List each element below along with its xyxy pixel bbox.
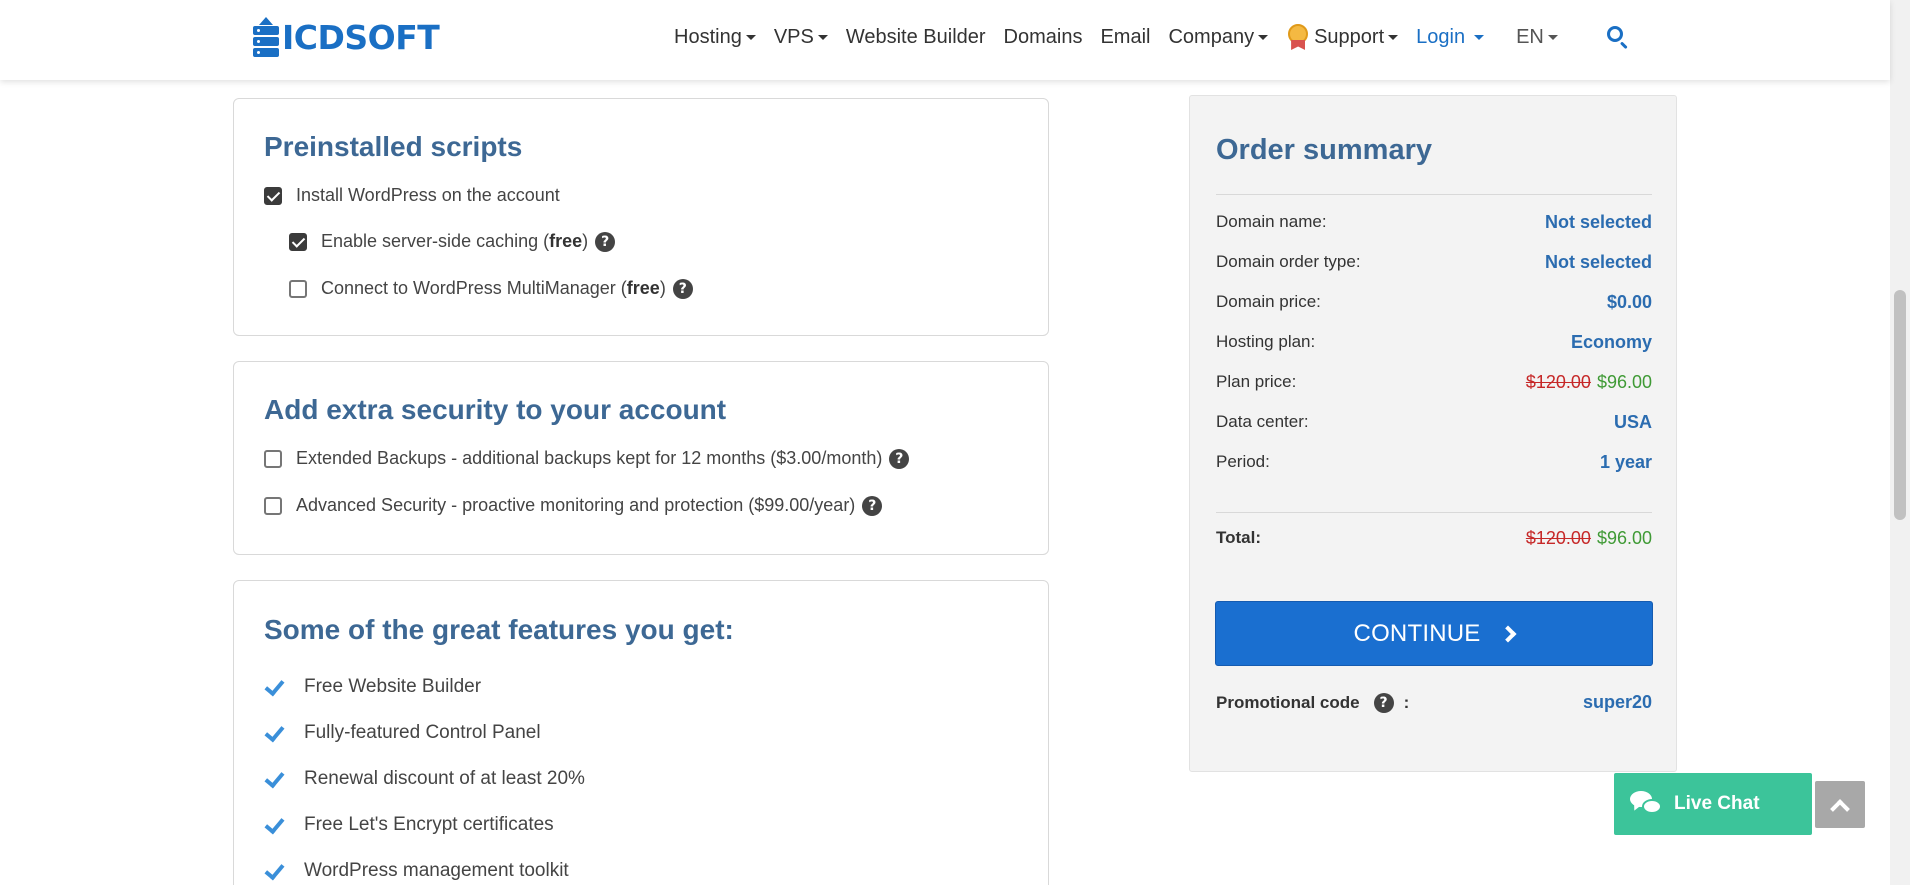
server-caching-checkbox[interactable] [289,232,307,251]
multimanager-option[interactable]: Connect to WordPress MultiManager (free)… [289,278,693,299]
chevron-right-icon [1499,625,1517,642]
summary-row-plan-price: Plan price: $120.00 $96.00 [1216,371,1652,392]
old-total: $120.00 [1525,527,1591,548]
feature-item: Fully-featured Control Panel [264,722,541,744]
logo[interactable]: ICDSOFT [253,14,440,60]
promo-code-value[interactable]: super20 [1583,692,1652,713]
chevron-up-icon [1830,798,1850,819]
order-summary: Order summary Domain name: Not selected … [1189,95,1677,772]
main-nav: Hosting VPS Website Builder Domains Emai… [674,0,1630,74]
extended-backups-checkbox[interactable] [264,449,282,468]
order-summary-title: Order summary [1216,134,1432,166]
nav-vps[interactable]: VPS [774,26,828,49]
summary-total: Total: $120.00 $96.00 [1216,527,1652,548]
live-chat-button[interactable]: Live Chat [1614,773,1812,835]
security-title: Add extra security to your account [264,394,727,425]
new-price: $96.00 [1596,371,1652,392]
feature-item: WordPress management toolkit [264,860,569,882]
server-caching-option[interactable]: Enable server-side caching (free) ? [289,231,616,252]
summary-row-hosting-plan: Hosting plan: Economy [1216,331,1652,352]
site-header: ICDSOFT Hosting VPS Website Builder Doma… [0,0,1890,80]
multimanager-checkbox[interactable] [289,279,307,298]
preinstalled-scripts-panel: Preinstalled scripts Install WordPress o… [233,98,1049,336]
divider [1216,512,1652,513]
nav-support[interactable]: Support [1286,24,1399,50]
back-to-top-button[interactable] [1815,781,1865,828]
checkmark-icon [264,772,282,786]
help-icon[interactable]: ? [595,231,616,252]
help-icon[interactable]: ? [889,448,910,469]
nav-hosting[interactable]: Hosting [674,26,756,49]
features-title: Some of the great features you get: [264,614,734,645]
nav-website-builder[interactable]: Website Builder [846,26,986,49]
language-selector[interactable]: EN [1516,26,1558,49]
nav-domains[interactable]: Domains [1004,26,1083,49]
help-icon[interactable]: ? [862,495,883,516]
preinstalled-title: Preinstalled scripts [264,131,523,162]
nav-company[interactable]: Company [1168,26,1269,49]
feature-item: Renewal discount of at least 20% [264,768,585,790]
caret-down-icon [1258,34,1269,40]
help-icon[interactable]: ? [672,278,693,299]
scrollbar-thumb[interactable] [1894,290,1906,520]
nav-email[interactable]: Email [1100,26,1150,49]
install-wordpress-option[interactable]: Install WordPress on the account [264,185,560,206]
nav-login[interactable]: Login [1416,26,1485,49]
caret-down-icon [1388,34,1399,40]
checkmark-icon [264,726,282,740]
caret-down-icon [817,34,828,40]
page-scrollbar[interactable] [1890,0,1910,885]
summary-row-domain-order-type: Domain order type: Not selected [1216,251,1652,272]
promotional-code: Promotional code?: super20 [1216,692,1652,713]
logo-text: ICDSOFT [282,17,440,57]
caret-down-icon [745,34,756,40]
summary-row-domain-price: Domain price: $0.00 [1216,291,1652,312]
caret-down-icon [1474,34,1485,40]
checkmark-icon [264,864,282,878]
summary-row-data-center: Data center: USA [1216,411,1652,432]
extended-backups-option[interactable]: Extended Backups - additional backups ke… [264,448,910,469]
search-icon[interactable] [1606,25,1630,50]
old-price: $120.00 [1525,371,1591,392]
new-total: $96.00 [1596,527,1652,548]
summary-row-period: Period: 1 year [1216,451,1652,472]
summary-row-domain-name: Domain name: Not selected [1216,211,1652,232]
chat-bubbles-icon [1630,791,1662,817]
caret-down-icon [1547,34,1558,40]
install-wordpress-checkbox[interactable] [264,186,282,205]
server-stack-icon [253,17,279,57]
divider [1216,194,1652,195]
help-icon[interactable]: ? [1373,692,1394,713]
feature-item: Free Let's Encrypt certificates [264,814,554,836]
checkmark-icon [264,680,282,694]
advanced-security-option[interactable]: Advanced Security - proactive monitoring… [264,495,883,516]
feature-item: Free Website Builder [264,676,481,698]
advanced-security-checkbox[interactable] [264,496,282,515]
support-badge-icon [1286,24,1310,50]
extra-security-panel: Add extra security to your account Exten… [233,361,1049,555]
continue-button[interactable]: CONTINUE [1215,601,1653,666]
features-panel: Some of the great features you get: Free… [233,580,1049,885]
checkmark-icon [264,818,282,832]
